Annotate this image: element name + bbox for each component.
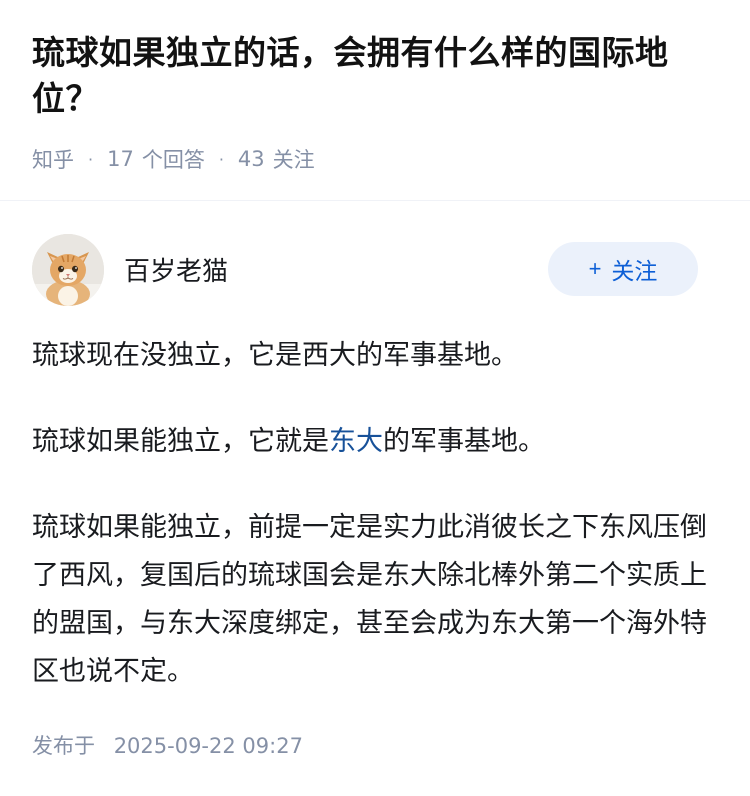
source-label[interactable]: 知乎 xyxy=(32,144,74,174)
follow-button[interactable]: + 关注 xyxy=(548,242,698,296)
meta-separator: · xyxy=(88,149,94,169)
cat-avatar-icon[interactable] xyxy=(32,234,104,306)
keyword-link[interactable]: 东大 xyxy=(329,426,383,457)
answer-count: 17 xyxy=(107,147,134,171)
section-divider xyxy=(0,200,750,201)
answer-text: 的军事基地。 xyxy=(383,426,545,457)
follow-button-label: 关注 xyxy=(611,258,658,284)
question-title[interactable]: 琉球如果独立的话，会拥有什么样的国际地位？ xyxy=(32,30,718,122)
author-row: 百岁老猫 + 关注 xyxy=(32,234,718,306)
answer-paragraph: 琉球现在没独立，它是西大的军事基地。 xyxy=(32,340,518,371)
follower-count-label[interactable]: 关注 xyxy=(273,144,315,174)
question-header: 琉球如果独立的话，会拥有什么样的国际地位？ 知乎 · 17 个回答 · 43 关… xyxy=(0,0,750,172)
plus-icon: + xyxy=(588,256,602,281)
answer-content: 琉球现在没独立，它是西大的军事基地。 琉球如果能独立，它就是东大的军事基地。 琉… xyxy=(32,332,712,734)
author-name[interactable]: 百岁老猫 xyxy=(124,251,228,288)
follower-count: 43 xyxy=(237,147,265,171)
answer-paragraph: 琉球如果能独立，前提一定是实力此消彼长之下东风压倒了西风，复国后的琉球国会是东大… xyxy=(32,512,707,687)
answer-text: 琉球如果能独立，它就是 xyxy=(32,426,329,457)
publish-info: 发布于 2025-09-22 09:27 xyxy=(32,730,303,760)
meta-separator: · xyxy=(218,149,224,169)
publish-time: 2025-09-22 09:27 xyxy=(113,734,303,758)
publish-label: 发布于 xyxy=(32,734,95,758)
answer-paragraph: 琉球如果能独立，它就是东大的军事基地。 xyxy=(32,418,712,466)
answer-count-label[interactable]: 个回答 xyxy=(142,144,205,174)
question-meta: 知乎 · 17 个回答 · 43 关注 xyxy=(32,144,315,174)
